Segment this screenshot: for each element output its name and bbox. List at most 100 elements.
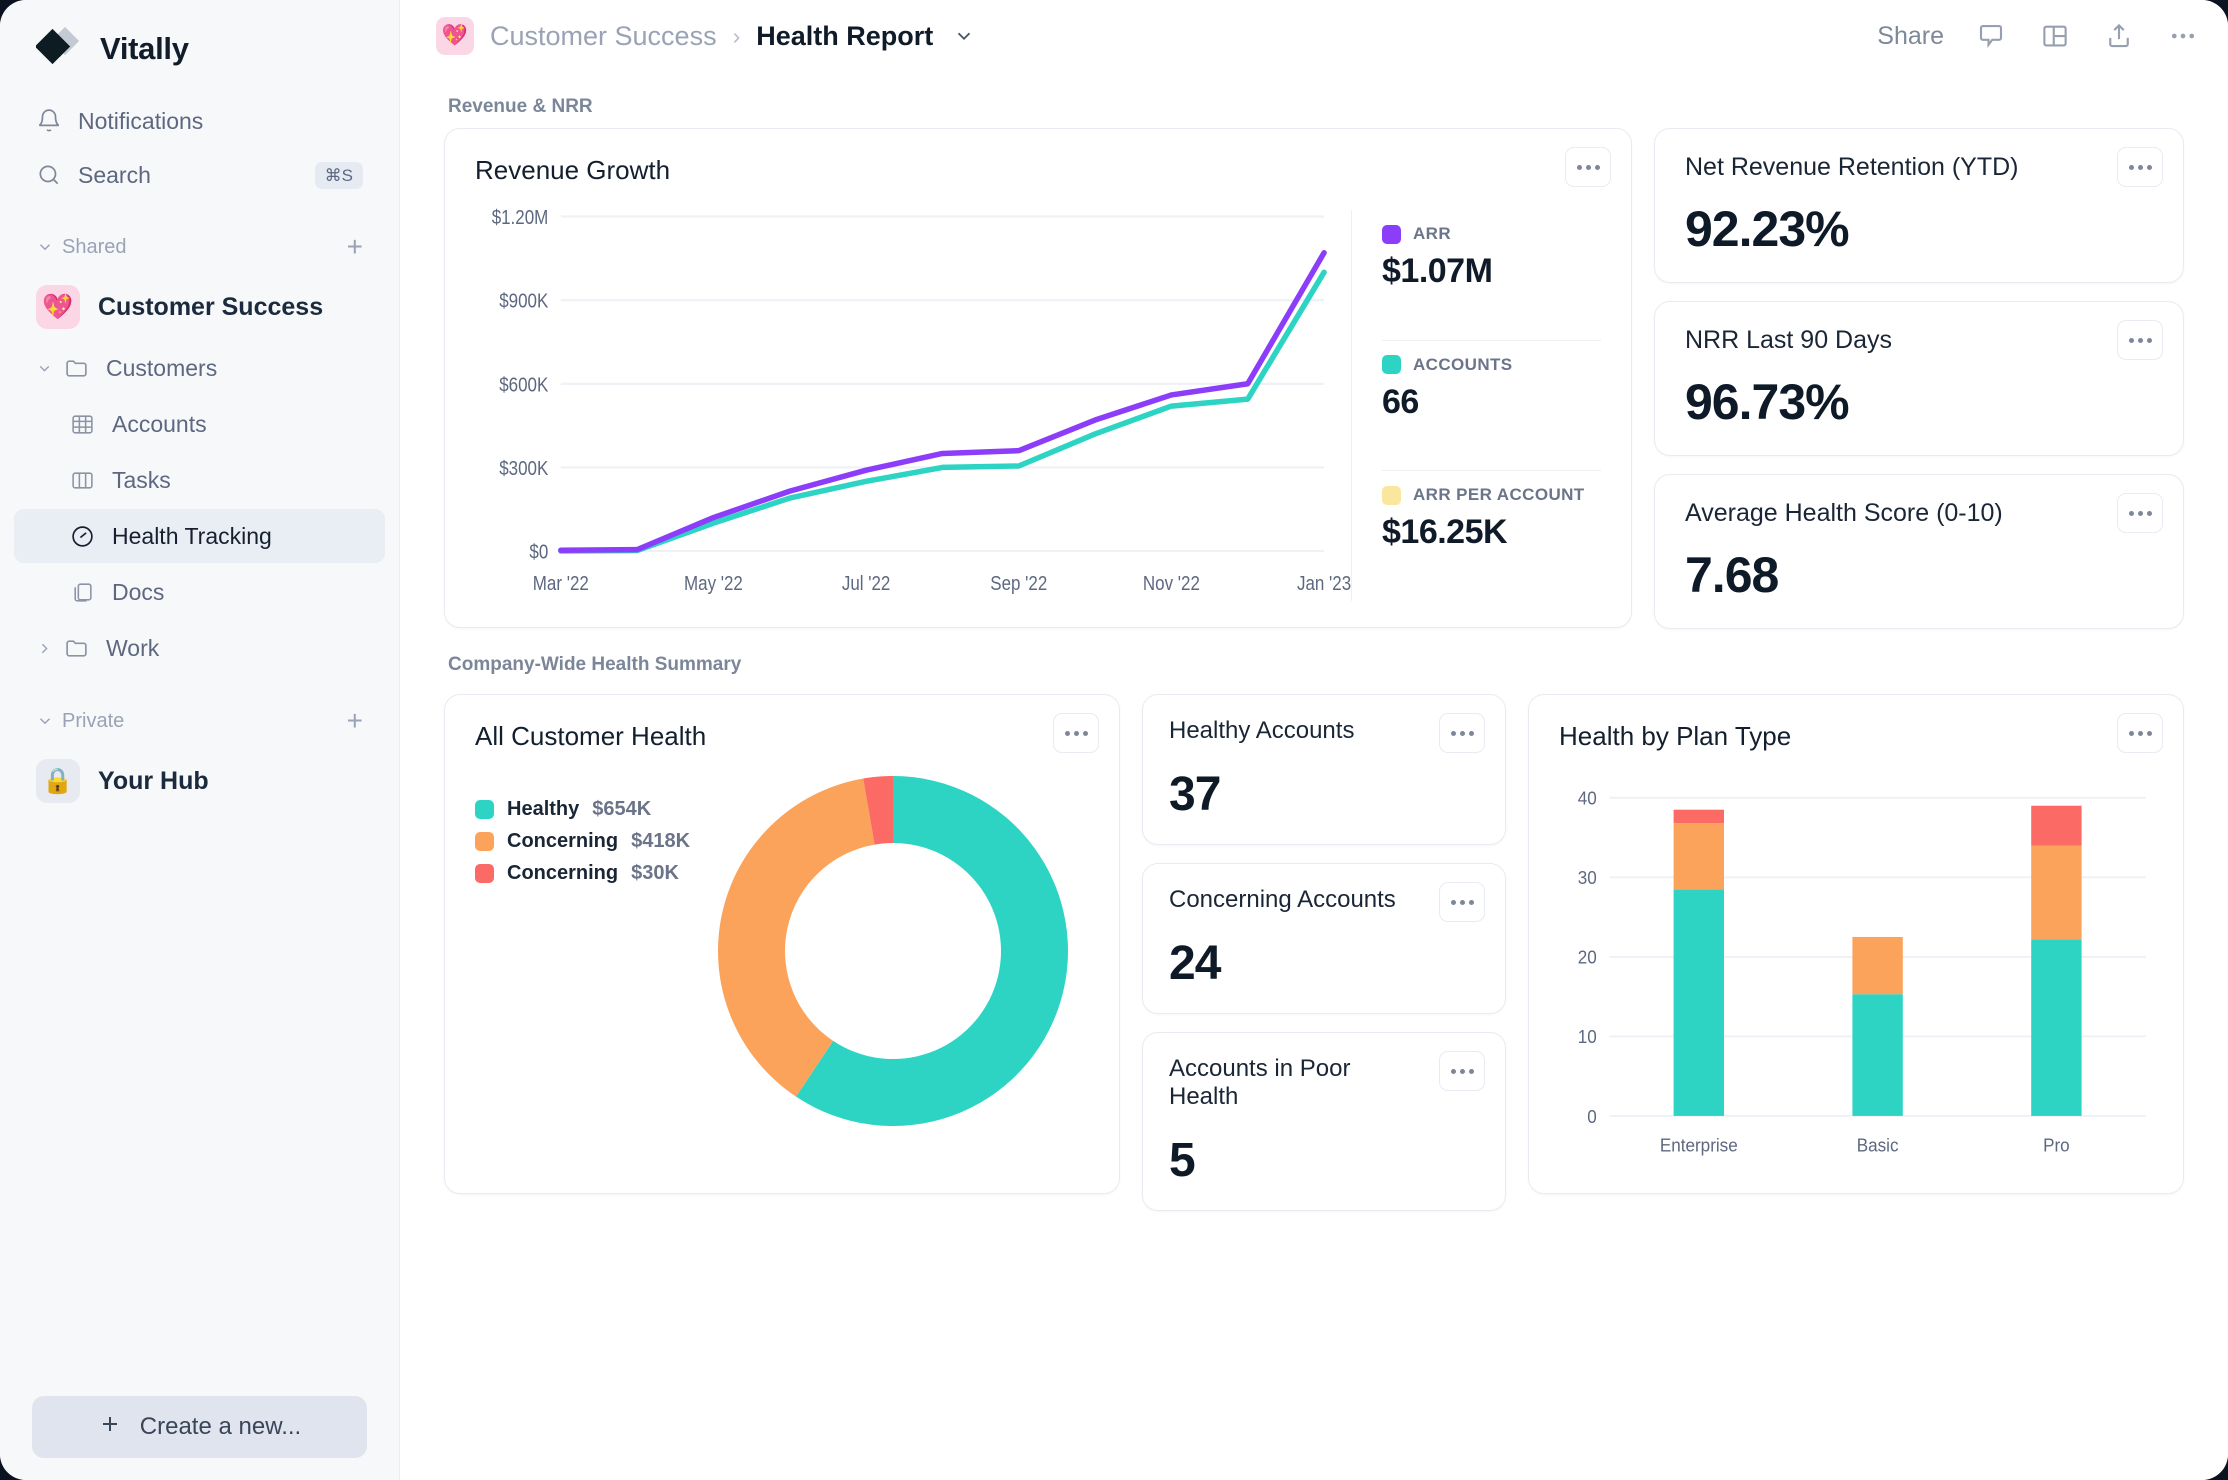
legend-label: ACCOUNTS: [1413, 354, 1513, 374]
card-menu-button[interactable]: [2117, 320, 2163, 360]
comment-icon[interactable]: [1974, 19, 2008, 53]
breadcrumb: 💖 Customer Success › Health Report: [436, 17, 975, 55]
kpi-label: Concerning Accounts: [1169, 886, 1396, 913]
svg-text:May '22: May '22: [684, 573, 743, 596]
page-menu-chevron-down-icon[interactable]: [953, 25, 975, 47]
sidebar-item-health-tracking[interactable]: Health Tracking: [14, 509, 385, 563]
legend-label: ARR: [1413, 224, 1452, 243]
sidebar-item-label: Health Tracking: [112, 522, 272, 549]
svg-text:Enterprise: Enterprise: [1660, 1135, 1738, 1156]
sidebar-item-notifications[interactable]: Notifications: [14, 94, 385, 148]
kpi-card-nrr-ytd: Net Revenue Retention (YTD) 92.23%: [1654, 128, 2184, 283]
legend-swatch-arr: [1382, 224, 1401, 244]
section-label: Shared: [62, 235, 127, 258]
sidebar-section-private[interactable]: Private +: [14, 698, 385, 744]
page-title: Health Report: [756, 20, 934, 51]
legend-value: $16.25K: [1382, 513, 1508, 552]
health-kpi-column: Healthy Accounts 37 Concerning Accounts …: [1142, 694, 1506, 1211]
sidebar-item-label: Customers: [106, 354, 218, 381]
create-new-button[interactable]: Create a new...: [32, 1396, 367, 1458]
sidebar-workspace-customer-success[interactable]: 💖 Customer Success: [14, 276, 385, 338]
sidebar-item-search[interactable]: Search ⌘S: [14, 148, 385, 202]
revenue-row: Revenue Growth $0 $300K $600K $900K $1.20M Ma…: [444, 128, 2184, 629]
kpi-label: NRR Last 90 Days: [1685, 326, 1893, 354]
kpi-value: 96.73%: [1685, 374, 1850, 430]
folder-icon: [64, 356, 102, 381]
all-customer-health-card: All Customer Health Healthy $654K Concer…: [444, 694, 1120, 1194]
revenue-growth-card: Revenue Growth $0 $300K $600K $900K $1.20M Ma…: [444, 128, 1632, 628]
svg-text:Mar '22: Mar '22: [533, 573, 589, 596]
app-window: Vitally Notifications Search ⌘S Shared +…: [0, 0, 2228, 1480]
card-menu-button[interactable]: [1439, 1051, 1485, 1091]
card-menu-button[interactable]: [2117, 713, 2163, 753]
legend-swatch-poor: [475, 864, 494, 883]
docs-icon: [70, 580, 108, 605]
card-menu-button[interactable]: [2117, 493, 2163, 533]
search-icon: [36, 162, 70, 188]
card-menu-button[interactable]: [1439, 713, 1485, 753]
legend-value: $1.07M: [1382, 252, 1493, 290]
chevron-down-icon: [36, 360, 64, 377]
svg-text:$0: $0: [529, 541, 548, 564]
chevron-down-icon: [36, 712, 62, 730]
sidebar-item-label: Search: [78, 161, 151, 188]
sidebar-item-tasks[interactable]: Tasks: [14, 453, 385, 507]
customer-health-donut-chart: [715, 773, 1071, 1129]
kpi-card-healthy-accounts: Healthy Accounts 37: [1142, 694, 1506, 845]
sidebar-item-label: Docs: [112, 578, 165, 605]
chevron-down-icon: [36, 238, 62, 256]
section-label: Private: [62, 709, 125, 732]
breadcrumb-parent[interactable]: Customer Success: [490, 21, 717, 52]
svg-text:Pro: Pro: [2043, 1135, 2070, 1156]
bell-icon: [36, 108, 70, 134]
brand[interactable]: Vitally: [0, 0, 399, 94]
columns-icon: [70, 468, 108, 493]
svg-text:30: 30: [1578, 867, 1597, 888]
more-icon[interactable]: [2166, 19, 2200, 53]
table-icon: [70, 412, 108, 437]
create-new-label: Create a new...: [139, 1413, 302, 1440]
chevron-right-icon: [36, 640, 64, 657]
layout-icon[interactable]: [2038, 19, 2072, 53]
add-private-button[interactable]: +: [347, 707, 363, 735]
legend-arr: ARR $1.07M: [1382, 210, 1601, 340]
share-upload-icon[interactable]: [2102, 19, 2136, 53]
add-shared-button[interactable]: +: [347, 233, 363, 261]
legend-swatch-concerning: [475, 832, 494, 851]
card-menu-button[interactable]: [1439, 882, 1485, 922]
kpi-label: Accounts in Poor Health: [1169, 1055, 1351, 1110]
kpi-value: 7.68: [1685, 547, 1779, 603]
svg-text:Basic: Basic: [1857, 1135, 1899, 1156]
kpi-card-concerning-accounts: Concerning Accounts 24: [1142, 863, 1506, 1014]
sidebar-section-shared[interactable]: Shared +: [14, 224, 385, 270]
sidebar-item-label: Work: [106, 634, 160, 661]
vitally-logo-icon: [34, 26, 82, 72]
kpi-value: 24: [1169, 937, 1221, 990]
health-by-plan-type-card: Health by Plan Type 0 10 20 30 40 Enterprise B…: [1528, 694, 2184, 1194]
card-menu-button[interactable]: [1565, 147, 1611, 187]
health-by-plan-bar-chart: 0 10 20 30 40 Enterprise Basic Pro: [1559, 774, 2153, 1167]
kpi-value: 37: [1169, 768, 1221, 821]
main-content: 💖 Customer Success › Health Report Share: [400, 0, 2228, 1480]
legend-swatch-arr-per-account: [1382, 485, 1401, 505]
share-button[interactable]: Share: [1877, 22, 1944, 51]
svg-text:10: 10: [1578, 1027, 1597, 1048]
dashboard-canvas: Revenue & NRR Revenue Growth $0 $300K $600…: [400, 72, 2228, 1480]
kpi-value: 5: [1169, 1134, 1196, 1187]
sidebar-item-your-hub[interactable]: 🔒 Your Hub: [14, 750, 385, 812]
svg-text:0: 0: [1587, 1106, 1597, 1127]
sidebar-item-customers[interactable]: Customers: [14, 341, 385, 395]
sidebar-item-work[interactable]: Work: [14, 621, 385, 675]
sidebar-item-docs[interactable]: Docs: [14, 565, 385, 619]
legend-label: Concerning: [507, 862, 619, 884]
card-menu-button[interactable]: [2117, 147, 2163, 187]
card-menu-button[interactable]: [1053, 713, 1099, 753]
kpi-label: Net Revenue Retention (YTD): [1685, 153, 2019, 181]
section-label-revenue: Revenue & NRR: [448, 96, 593, 117]
workspace-label: Customer Success: [98, 292, 324, 321]
svg-text:$300K: $300K: [499, 458, 548, 481]
legend-label: ARR PER ACCOUNT: [1413, 485, 1585, 505]
sidebar-item-accounts[interactable]: Accounts: [14, 397, 385, 451]
svg-text:$600K: $600K: [499, 374, 548, 397]
legend-value: $30K: [631, 862, 679, 884]
